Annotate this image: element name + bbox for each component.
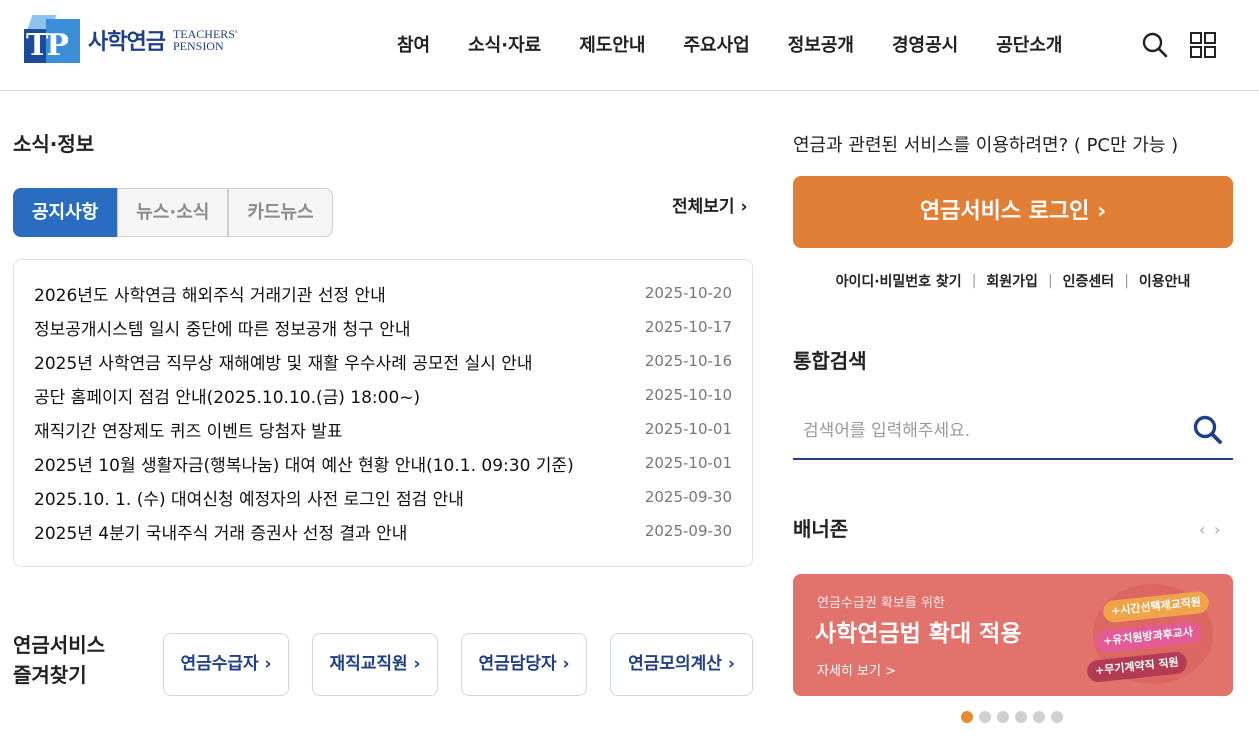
list-item[interactable]: 2025.10. 1. (수) 대여신청 예정자의 사전 로그인 점검 안내 2… xyxy=(34,480,732,514)
favorites-title: 연금서비스 즐겨찾기 xyxy=(13,630,133,690)
notice-date: 2025-10-01 xyxy=(644,420,732,438)
notice-list: 2026년도 사학연금 해외주식 거래기관 선정 안내 2025-10-20 정… xyxy=(13,259,753,567)
banner-next-icon[interactable]: › xyxy=(1214,520,1220,539)
banner-headline: 사학연금법 확대 적용 xyxy=(815,621,1022,647)
nav-item-participation[interactable]: 참여 xyxy=(378,31,449,57)
global-nav: 참여 소식·자료 제도안내 주요사업 정보공개 경영공시 공단소개 xyxy=(378,31,1081,57)
list-item[interactable]: 정보공개시스템 일시 중단에 따른 정보공개 청구 안내 2025-10-17 xyxy=(34,310,732,344)
nav-item-news-resources[interactable]: 소식·자료 xyxy=(449,31,560,57)
logo-mark-text: TP xyxy=(26,28,69,63)
notice-date: 2025-10-20 xyxy=(644,284,732,302)
tab-notice[interactable]: 공지사항 xyxy=(13,188,118,237)
banner-dot[interactable] xyxy=(997,711,1009,723)
favorite-simulation-button[interactable]: 연금모의계산 › xyxy=(610,633,753,696)
notice-title: 2025년 10월 생활자금(행복나눔) 대여 예산 현황 안내(10.1. 0… xyxy=(34,455,574,476)
list-item[interactable]: 2025년 사학연금 직무상 재해예방 및 재활 우수사례 공모전 실시 안내 … xyxy=(34,344,732,378)
list-item[interactable]: 2026년도 사학연금 해외주식 거래기관 선정 안내 2025-10-20 xyxy=(34,276,732,310)
link-divider: | xyxy=(1047,273,1053,289)
banner-dot[interactable] xyxy=(979,711,991,723)
pension-login-button[interactable]: 연금서비스 로그인 › xyxy=(793,176,1233,248)
banner-dot[interactable] xyxy=(961,711,973,723)
favorites-title-line1: 연금서비스 xyxy=(13,633,105,657)
tab-news[interactable]: 뉴스·소식 xyxy=(117,188,229,237)
notice-title: 2025년 사학연금 직무상 재해예방 및 재활 우수사례 공모전 실시 안내 xyxy=(34,353,533,374)
site-header: TP 사학연금 TEACHERS' PENSION 참여 소식·자료 제도안내 … xyxy=(0,0,1259,91)
logo-mark: TP xyxy=(24,15,82,65)
link-divider: | xyxy=(1124,273,1129,289)
notice-date: 2025-10-17 xyxy=(644,318,732,336)
nav-item-info-disclosure[interactable]: 정보공개 xyxy=(769,31,873,57)
news-section-title: 소식·정보 xyxy=(13,132,95,156)
integrated-search xyxy=(793,403,1233,460)
banner-dot[interactable] xyxy=(1033,711,1045,723)
link-divider: | xyxy=(971,273,977,289)
notice-title: 정보공개시스템 일시 중단에 따른 정보공개 청구 안내 xyxy=(34,319,411,340)
account-links: 아이디·비밀번호 찾기 | 회원가입 | 인증센터 | 이용안내 xyxy=(793,271,1233,291)
logo-name: 사학연금 xyxy=(88,30,166,55)
favorite-manager-button[interactable]: 연금담당자 › xyxy=(461,633,587,696)
nav-item-main-business[interactable]: 주요사업 xyxy=(664,31,768,57)
list-item[interactable]: 2025년 10월 생활자금(행복나눔) 대여 예산 현황 안내(10.1. 0… xyxy=(34,446,732,480)
usage-guide-link[interactable]: 이용안내 xyxy=(1139,271,1191,291)
nav-item-about[interactable]: 공단소개 xyxy=(977,31,1081,57)
favorites-title-line2: 즐겨찾기 xyxy=(13,663,87,687)
news-tabs: 공지사항 뉴스·소식 카드뉴스 xyxy=(13,188,333,237)
site-logo[interactable]: TP 사학연금 TEACHERS' PENSION xyxy=(24,14,237,66)
view-all-link[interactable]: 전체보기 › xyxy=(672,192,747,217)
search-submit-icon[interactable] xyxy=(1191,413,1225,447)
banner-subtitle: 연금수급권 확보를 위한 xyxy=(817,596,945,611)
banner-more-link[interactable]: 자세히 보기 > xyxy=(817,660,896,679)
banner-slide[interactable]: 연금수급권 확보를 위한 사학연금법 확대 적용 자세히 보기 > +시간선택제… xyxy=(793,574,1233,696)
notice-title: 공단 홈페이지 점검 안내(2025.10.10.(금) 18:00~) xyxy=(34,387,421,408)
grid-menu-icon[interactable] xyxy=(1188,30,1218,60)
nav-item-management-disclosure[interactable]: 경영공시 xyxy=(873,31,977,57)
find-id-password-link[interactable]: 아이디·비밀번호 찾기 xyxy=(836,271,962,291)
notice-date: 2025-10-10 xyxy=(644,386,732,404)
integrated-search-title: 통합검색 xyxy=(793,349,867,373)
banner-dot[interactable] xyxy=(1051,711,1063,723)
notice-date: 2025-09-30 xyxy=(644,522,732,540)
tab-card-news[interactable]: 카드뉴스 xyxy=(228,188,333,237)
search-input[interactable] xyxy=(793,411,1183,451)
notice-date: 2025-10-01 xyxy=(644,454,732,472)
logo-english: TEACHERS' PENSION xyxy=(173,28,237,52)
notice-title: 2025년 4분기 국내주식 거래 증권사 선정 결과 안내 xyxy=(34,523,408,544)
certificate-center-link[interactable]: 인증센터 xyxy=(1063,271,1115,291)
nav-item-system-guide[interactable]: 제도안내 xyxy=(560,31,664,57)
notice-title: 2026년도 사학연금 해외주식 거래기관 선정 안내 xyxy=(34,285,386,306)
banner-zone-title: 배너존 xyxy=(793,517,849,541)
list-item[interactable]: 공단 홈페이지 점검 안내(2025.10.10.(금) 18:00~) 202… xyxy=(34,378,732,412)
banner-pagination xyxy=(961,711,1069,723)
notice-title: 2025.10. 1. (수) 대여신청 예정자의 사전 로그인 점검 안내 xyxy=(34,489,464,510)
notice-date: 2025-10-16 xyxy=(644,352,732,370)
signup-link[interactable]: 회원가입 xyxy=(986,271,1038,291)
favorite-pensioner-button[interactable]: 연금수급자 › xyxy=(163,633,289,696)
search-icon[interactable] xyxy=(1140,30,1170,60)
logo-en-line2: PENSION xyxy=(172,39,224,53)
banner-prev-icon[interactable]: ‹ xyxy=(1199,520,1205,539)
list-item[interactable]: 2025년 4분기 국내주식 거래 증권사 선정 결과 안내 2025-09-3… xyxy=(34,514,732,548)
notice-date: 2025-09-30 xyxy=(644,488,732,506)
favorite-employee-button[interactable]: 재직교직원 › xyxy=(312,633,438,696)
notice-title: 재직기간 연장제도 퀴즈 이벤트 당첨자 발표 xyxy=(34,421,343,442)
service-note: 연금과 관련된 서비스를 이용하려면? ( PC만 가능 ) xyxy=(793,135,1179,156)
list-item[interactable]: 재직기간 연장제도 퀴즈 이벤트 당첨자 발표 2025-10-01 xyxy=(34,412,732,446)
banner-dot[interactable] xyxy=(1015,711,1027,723)
